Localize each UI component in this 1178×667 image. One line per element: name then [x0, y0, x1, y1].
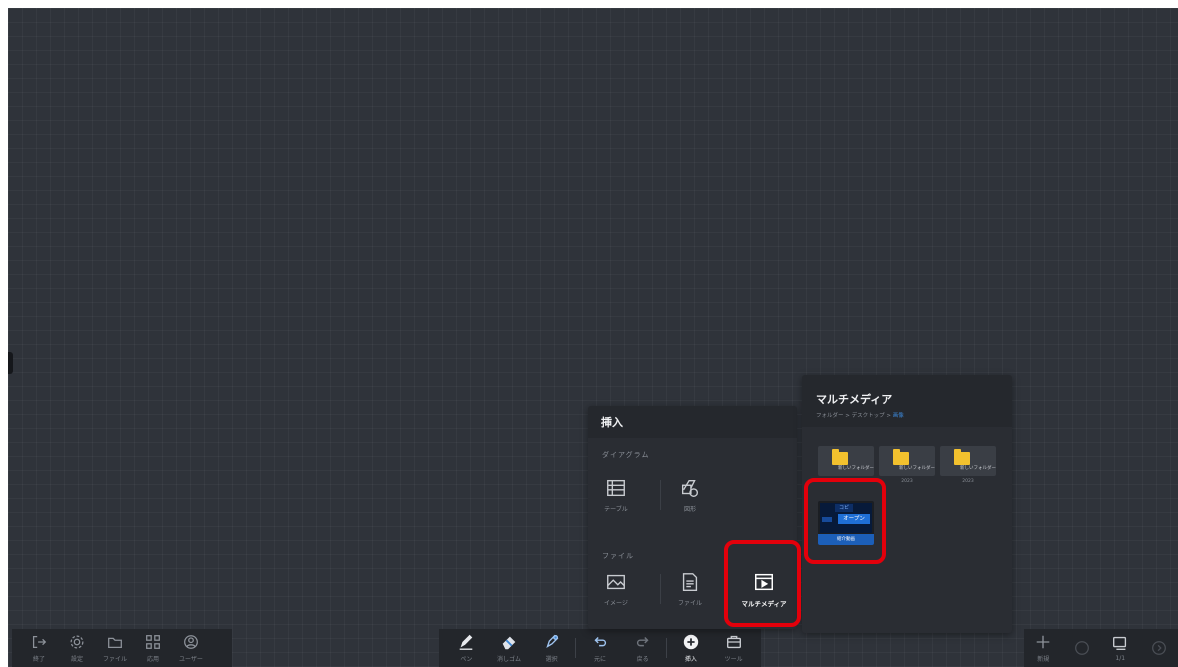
- shape-icon: [681, 479, 699, 497]
- video-preview-open-text: オープン: [838, 514, 870, 524]
- insert-icon: [683, 634, 699, 650]
- breadcrumb[interactable]: フォルダー > デスクトップ > 画像: [816, 411, 904, 419]
- info-button[interactable]: [1063, 639, 1101, 657]
- file-tile[interactable]: ファイル: [664, 564, 716, 614]
- file-section-label: ファイル: [602, 552, 634, 560]
- apps-button[interactable]: 応用: [134, 633, 172, 663]
- toolbar-divider: [575, 638, 577, 658]
- exit-button[interactable]: 終了: [20, 633, 58, 663]
- folder-icon: [954, 449, 970, 465]
- undo-label: 元に: [593, 656, 606, 663]
- document-icon: [682, 573, 698, 591]
- multimedia-file-grid: 新しいフォルダー 2023 新しいフォルダー 2023 新しいフォルダー 202…: [802, 427, 1012, 633]
- eraser-icon: [502, 636, 516, 650]
- plus-icon: [1036, 635, 1050, 649]
- select-icon: [545, 634, 558, 649]
- undo-button[interactable]: 元に: [581, 633, 619, 663]
- tile-divider: [660, 574, 661, 604]
- redo-button[interactable]: 戻る: [624, 633, 662, 663]
- multimedia-panel: マルチメディア フォルダー > デスクトップ > 画像 新しいフォルダー 202…: [802, 375, 1012, 633]
- add-page-button[interactable]: 新規: [1024, 633, 1062, 663]
- multimedia-panel-title: マルチメディア: [816, 393, 893, 406]
- folder-name: 新しいフォルダー: [960, 466, 996, 471]
- add-page-label: 新規: [1037, 656, 1050, 663]
- pages-label: 1/1: [1115, 655, 1126, 662]
- video-caption: 紹介動画: [818, 534, 874, 545]
- select-label: 選択: [545, 656, 558, 663]
- folder-item[interactable]: 新しいフォルダー 2023: [879, 446, 935, 484]
- folder-icon: [832, 449, 848, 465]
- pen-button[interactable]: ペン: [447, 633, 485, 663]
- undo-icon: [594, 636, 607, 647]
- eraser-label: 消しゴム: [496, 656, 521, 663]
- user-button[interactable]: ユーザー: [172, 633, 210, 663]
- tools-button[interactable]: ツール: [715, 633, 753, 663]
- pages-button[interactable]: 1/1: [1101, 634, 1139, 662]
- pages-icon: [1113, 636, 1127, 650]
- next-page-button[interactable]: [1140, 639, 1178, 657]
- file-label: ファイル: [102, 656, 127, 663]
- info-icon: [1074, 641, 1089, 655]
- tools-label: ツール: [724, 656, 743, 663]
- insert-panel: 挿入 ダイアグラム テーブル 図形 ファイル イメージ ファイル マルチメディア: [588, 406, 797, 629]
- image-label: イメージ: [604, 600, 628, 607]
- diagram-section-label: ダイアグラム: [602, 451, 650, 459]
- exit-icon: [32, 635, 47, 649]
- gear-icon: [70, 635, 84, 649]
- side-drawer-handle[interactable]: [8, 352, 13, 374]
- folder-icon: [893, 449, 909, 465]
- bottom-center-toolbar: ペン 消しゴム 選択 元に 戻る 挿入 ツール: [439, 629, 761, 667]
- breadcrumb-current: 画像: [892, 413, 904, 419]
- video-thumbnail[interactable]: コピ オープン 紹介動画: [818, 501, 874, 545]
- shape-tile[interactable]: 図形: [664, 470, 716, 520]
- folder-item[interactable]: 新しいフォルダー 2023: [940, 446, 996, 484]
- select-button[interactable]: 選択: [533, 633, 571, 663]
- folder-name: 新しいフォルダー: [838, 466, 874, 471]
- insert-label: 挿入: [684, 656, 697, 663]
- exit-label: 終了: [32, 656, 45, 663]
- settings-label: 設定: [70, 656, 83, 663]
- next-icon: [1151, 641, 1166, 655]
- breadcrumb-path[interactable]: フォルダー > デスクトップ >: [816, 413, 893, 419]
- folder-name: 新しいフォルダー: [899, 466, 935, 471]
- redo-label: 戻る: [636, 656, 649, 663]
- table-label: テーブル: [604, 506, 628, 513]
- tile-divider: [660, 480, 661, 510]
- bottom-left-toolbar: 終了 設定 ファイル 応用 ユーザー: [12, 629, 232, 667]
- toolbar-divider: [666, 638, 668, 658]
- multimedia-label: マルチメディア: [741, 599, 787, 608]
- toolbox-icon: [726, 635, 741, 649]
- video-icon: [755, 573, 773, 590]
- pen-label: ペン: [460, 656, 473, 663]
- shape-label: 図形: [683, 506, 696, 513]
- file-tile-label: ファイル: [677, 600, 702, 607]
- bottom-right-toolbar: 新規 1/1: [1024, 629, 1178, 667]
- insert-button[interactable]: 挿入: [672, 633, 710, 663]
- folder-item[interactable]: 新しいフォルダー 2023: [818, 446, 874, 484]
- image-icon: [607, 574, 625, 590]
- folder-date: 2023: [901, 479, 913, 484]
- settings-button[interactable]: 設定: [58, 633, 96, 663]
- folder-icon: [108, 637, 122, 649]
- folder-date: 2023: [962, 479, 974, 484]
- image-tile[interactable]: イメージ: [590, 564, 642, 614]
- file-button[interactable]: ファイル: [96, 633, 134, 663]
- apps-label: 応用: [146, 656, 159, 663]
- redo-icon: [636, 636, 649, 647]
- video-preview-shape: [822, 517, 832, 522]
- whiteboard-canvas[interactable]: 終了 設定 ファイル 応用 ユーザー ペン 消しゴム 選択 元に 戻る 挿入 ツ…: [8, 8, 1178, 667]
- eraser-button[interactable]: 消しゴム: [490, 633, 528, 663]
- video-preview-copy-text: コピ: [835, 504, 853, 512]
- folder-date: 2023: [840, 479, 852, 484]
- multimedia-tile[interactable]: マルチメディア: [734, 564, 794, 614]
- insert-panel-title: 挿入: [601, 416, 623, 429]
- insert-panel-header: 挿入: [588, 406, 797, 438]
- table-icon: [607, 479, 625, 497]
- user-icon: [184, 635, 198, 649]
- user-label: ユーザー: [179, 656, 203, 663]
- pen-icon: [460, 634, 473, 650]
- apps-icon: [146, 635, 160, 649]
- table-tile[interactable]: テーブル: [590, 470, 642, 520]
